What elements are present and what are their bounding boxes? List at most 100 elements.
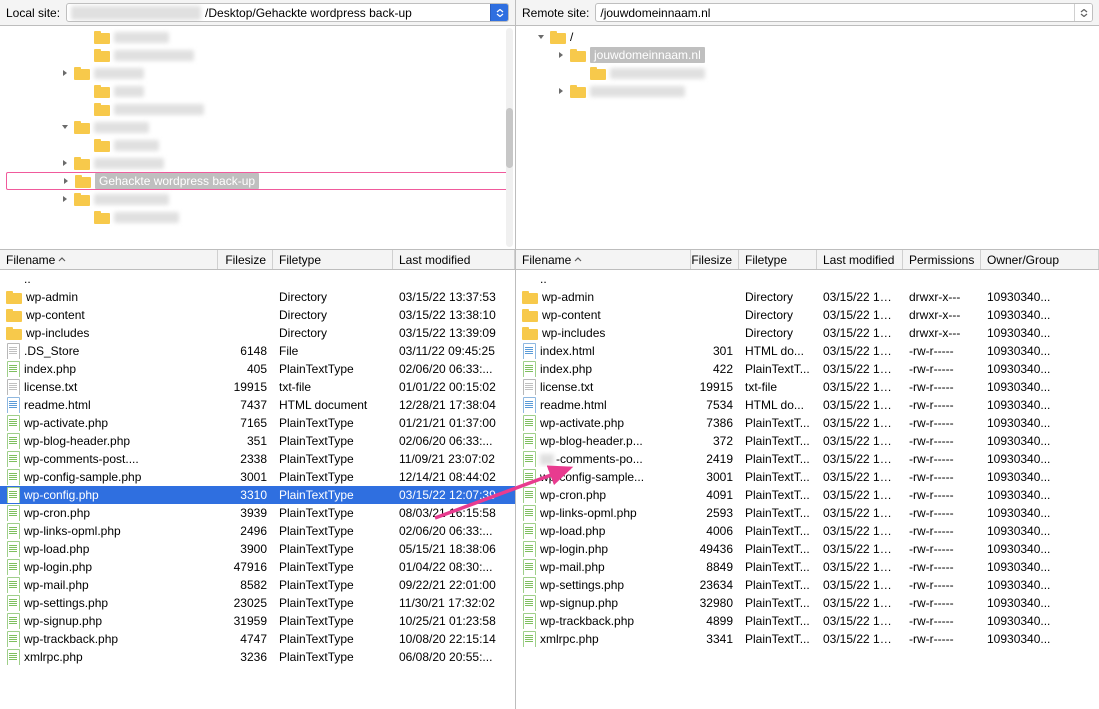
tree-item[interactable] xyxy=(6,190,509,208)
table-row[interactable]: wp-cron.php3939PlainTextType08/03/21 16:… xyxy=(0,504,515,522)
file-icon xyxy=(522,559,536,575)
table-row[interactable]: license.txt19915txt-file01/01/22 00:15:0… xyxy=(0,378,515,396)
table-row[interactable]: wp-mail.php8849PlainTextT...03/15/22 14:… xyxy=(516,558,1099,576)
local-path-dropdown[interactable] xyxy=(490,4,508,21)
tree-item[interactable] xyxy=(6,82,509,100)
table-row[interactable]: wp-adminDirectory03/15/22 13:37:53 xyxy=(0,288,515,306)
table-row[interactable]: readme.html7437HTML document12/28/21 17:… xyxy=(0,396,515,414)
tree-item[interactable] xyxy=(6,154,509,172)
file-type: PlainTextType xyxy=(273,650,393,664)
table-row[interactable]: .DS_Store6148File03/11/22 09:45:25 xyxy=(0,342,515,360)
file-type: PlainTextType xyxy=(273,560,393,574)
tree-item[interactable] xyxy=(522,64,1093,82)
table-row[interactable]: wp-trackback.php4899PlainTextT...03/15/2… xyxy=(516,612,1099,630)
file-type: PlainTextT... xyxy=(739,614,817,628)
tree-item[interactable] xyxy=(6,28,509,46)
table-row[interactable]: xmlrpc.php3341PlainTextT...03/15/22 14:.… xyxy=(516,630,1099,648)
table-row[interactable]: wp-login.php47916PlainTextType01/04/22 0… xyxy=(0,558,515,576)
col-filesize[interactable]: Filesize xyxy=(691,250,739,269)
table-row[interactable]: wp-includesDirectory03/15/22 14:...drwxr… xyxy=(516,324,1099,342)
file-type: Directory xyxy=(739,290,817,304)
table-row[interactable]: index.html301HTML do...03/15/22 14:...-r… xyxy=(516,342,1099,360)
local-columns-header: Filename Filesize Filetype Last modified xyxy=(0,250,515,270)
table-row[interactable]: wp-trackback.php4747PlainTextType10/08/2… xyxy=(0,630,515,648)
folder-icon xyxy=(94,139,110,152)
remote-path-input[interactable] xyxy=(596,5,1074,21)
tree-item[interactable] xyxy=(6,100,509,118)
col-permissions[interactable]: Permissions xyxy=(903,250,981,269)
file-type: PlainTextT... xyxy=(739,434,817,448)
tree-item[interactable] xyxy=(6,64,509,82)
col-filename[interactable]: Filename xyxy=(0,250,218,269)
table-row[interactable]: wp-links-opml.php2496PlainTextType02/06/… xyxy=(0,522,515,540)
table-row[interactable]: wp-comments-post....2338PlainTextType11/… xyxy=(0,450,515,468)
tree-item[interactable]: jouwdomeinnaam.nl xyxy=(522,46,1093,64)
remote-tree[interactable]: /jouwdomeinnaam.nl xyxy=(516,26,1099,250)
tree-item[interactable] xyxy=(6,208,509,226)
file-modified: 03/15/22 14:... xyxy=(817,452,903,466)
local-tree[interactable]: Gehackte wordpress back-up xyxy=(0,26,515,250)
file-type: PlainTextType xyxy=(273,506,393,520)
tree-item[interactable] xyxy=(6,136,509,154)
file-modified: 03/15/22 13:39:09 xyxy=(393,326,515,340)
file-owner: 10930340... xyxy=(981,524,1099,538)
table-row[interactable]: wp-includesDirectory03/15/22 13:39:09 xyxy=(0,324,515,342)
table-row[interactable]: wp-load.php4006PlainTextT...03/15/22 14:… xyxy=(516,522,1099,540)
local-path-field-wrap[interactable] xyxy=(66,3,509,22)
remote-file-list[interactable]: ..wp-adminDirectory03/15/22 14:...drwxr-… xyxy=(516,270,1099,709)
table-row[interactable]: wp-config.php3310PlainTextType03/15/22 1… xyxy=(0,486,515,504)
col-filename[interactable]: Filename xyxy=(516,250,691,269)
file-name: .. xyxy=(24,272,31,286)
table-row[interactable]: .. xyxy=(516,270,1099,288)
table-row[interactable]: index.php405PlainTextType02/06/20 06:33:… xyxy=(0,360,515,378)
file-size: 2338 xyxy=(218,452,273,466)
local-tree-scrollbar[interactable] xyxy=(506,28,513,247)
table-row[interactable]: wp-activate.php7386PlainTextT...03/15/22… xyxy=(516,414,1099,432)
table-row[interactable]: wp-adminDirectory03/15/22 14:...drwxr-x-… xyxy=(516,288,1099,306)
tree-item[interactable] xyxy=(6,46,509,64)
local-path-input[interactable] xyxy=(201,5,490,21)
table-row[interactable]: wp-blog-header.p...372PlainTextT...03/15… xyxy=(516,432,1099,450)
col-modified[interactable]: Last modified xyxy=(817,250,903,269)
remote-path-dropdown[interactable] xyxy=(1074,4,1092,21)
table-row[interactable]: license.txt19915txt-file03/15/22 14:...-… xyxy=(516,378,1099,396)
file-name: index.html xyxy=(540,344,595,358)
table-row[interactable]: wp-mail.php8582PlainTextType09/22/21 22:… xyxy=(0,576,515,594)
remote-path-field-wrap[interactable] xyxy=(595,3,1093,22)
file-name: wp-activate.php xyxy=(540,416,624,430)
tree-item[interactable]: Gehackte wordpress back-up xyxy=(6,172,509,190)
table-row[interactable]: wp-links-opml.php2593PlainTextT...03/15/… xyxy=(516,504,1099,522)
table-row[interactable]: wp-login.php49436PlainTextT...03/15/22 1… xyxy=(516,540,1099,558)
tree-item[interactable] xyxy=(522,82,1093,100)
table-row[interactable]: wp-settings.php23634PlainTextT...03/15/2… xyxy=(516,576,1099,594)
table-row[interactable]: xmlrpc.php3236PlainTextType06/08/20 20:5… xyxy=(0,648,515,666)
local-file-list[interactable]: ..wp-adminDirectory03/15/22 13:37:53wp-c… xyxy=(0,270,515,709)
tree-item[interactable] xyxy=(6,118,509,136)
col-filetype[interactable]: Filetype xyxy=(739,250,817,269)
table-row[interactable]: -comments-po...2419PlainTextT...03/15/22… xyxy=(516,450,1099,468)
table-row[interactable]: wp-config-sample.php3001PlainTextType12/… xyxy=(0,468,515,486)
table-row[interactable]: wp-load.php3900PlainTextType05/15/21 18:… xyxy=(0,540,515,558)
col-filetype[interactable]: Filetype xyxy=(273,250,393,269)
file-size: 405 xyxy=(218,362,273,376)
col-modified[interactable]: Last modified xyxy=(393,250,515,269)
file-size: 2419 xyxy=(691,452,739,466)
table-row[interactable]: wp-settings.php23025PlainTextType11/30/2… xyxy=(0,594,515,612)
table-row[interactable]: wp-cron.php4091PlainTextT...03/15/22 14:… xyxy=(516,486,1099,504)
table-row[interactable]: .. xyxy=(0,270,515,288)
table-row[interactable]: wp-contentDirectory03/15/22 14:...drwxr-… xyxy=(516,306,1099,324)
col-filesize[interactable]: Filesize xyxy=(218,250,273,269)
table-row[interactable]: wp-config-sample...3001PlainTextT...03/1… xyxy=(516,468,1099,486)
table-row[interactable]: readme.html7534HTML do...03/15/22 14:...… xyxy=(516,396,1099,414)
col-owner[interactable]: Owner/Group xyxy=(981,250,1099,269)
table-row[interactable]: wp-blog-header.php351PlainTextType02/06/… xyxy=(0,432,515,450)
table-row[interactable]: wp-signup.php31959PlainTextType10/25/21 … xyxy=(0,612,515,630)
tree-item[interactable]: / xyxy=(522,28,1093,46)
file-icon xyxy=(6,451,20,467)
table-row[interactable]: wp-contentDirectory03/15/22 13:38:10 xyxy=(0,306,515,324)
file-owner: 10930340... xyxy=(981,362,1099,376)
table-row[interactable]: wp-signup.php32980PlainTextT...03/15/22 … xyxy=(516,594,1099,612)
table-row[interactable]: index.php422PlainTextT...03/15/22 14:...… xyxy=(516,360,1099,378)
table-row[interactable]: wp-activate.php7165PlainTextType01/21/21… xyxy=(0,414,515,432)
folder-icon xyxy=(550,31,566,44)
